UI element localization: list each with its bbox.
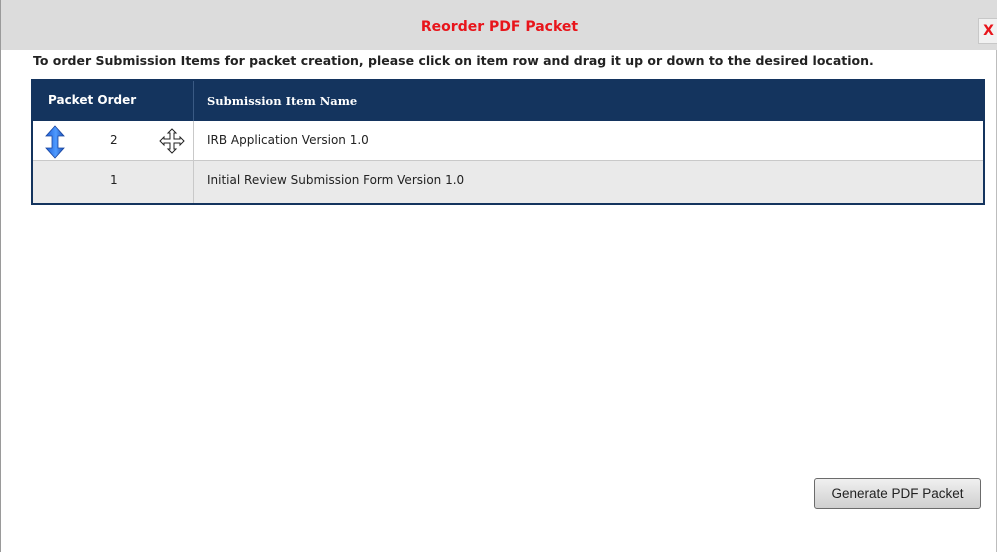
cell-divider [193,161,194,203]
column-header-packet-order: Packet Order [48,93,137,107]
generate-pdf-packet-button[interactable]: Generate PDF Packet [814,478,981,509]
column-header-item-name: Submission Item Name [207,94,358,108]
reorder-arrow-icon [45,125,65,159]
submission-items-table: Packet Order Submission Item Name 2 IRB … [31,79,985,205]
close-button[interactable]: X [978,18,997,44]
table-row[interactable]: 1 Initial Review Submission Form Version… [33,161,983,203]
reorder-pdf-dialog: Reorder PDF Packet X To order Submission… [0,0,997,552]
cell-divider [193,121,194,160]
packet-order-value: 1 [110,173,118,187]
header-divider [193,81,194,121]
packet-order-value: 2 [110,133,118,147]
instructions-text: To order Submission Items for packet cre… [33,53,874,68]
table-header: Packet Order Submission Item Name [33,81,983,121]
move-cursor-icon[interactable] [158,127,186,155]
dialog-title: Reorder PDF Packet [420,19,579,35]
submission-item-name: IRB Application Version 1.0 [207,133,369,147]
dialog-titlebar: Reorder PDF Packet X [1,0,997,50]
submission-item-name: Initial Review Submission Form Version 1… [207,173,465,187]
table-row[interactable]: 2 IRB Application Version 1.0 [33,121,983,161]
